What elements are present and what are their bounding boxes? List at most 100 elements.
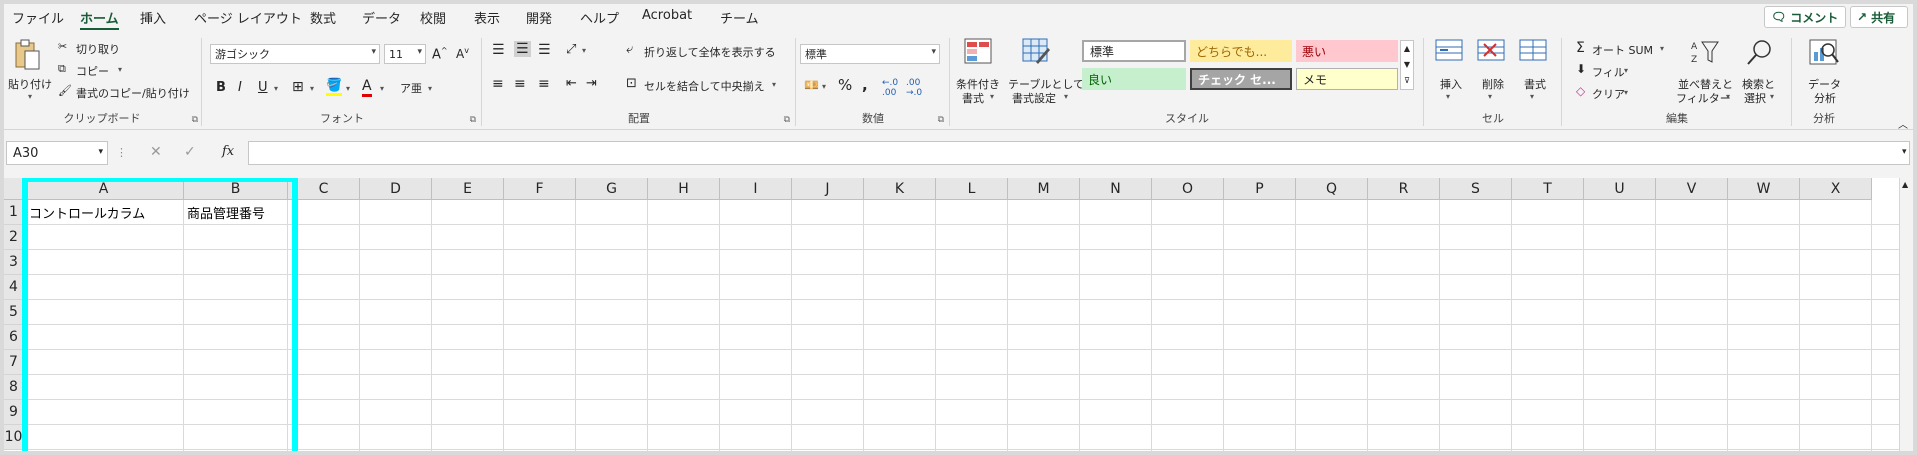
column-header-V[interactable]: V [1656, 178, 1728, 200]
column-header-C[interactable]: C [288, 178, 360, 200]
chevron-down-icon[interactable]: ▾ [1064, 92, 1068, 101]
column-header-D[interactable]: D [360, 178, 432, 200]
sort-filter-label-2[interactable]: フィルター [1676, 90, 1731, 106]
cell-A1[interactable]: コントロールカラム [26, 203, 145, 222]
chevron-down-icon[interactable]: ▾ [1770, 92, 1774, 101]
fill-button[interactable]: フィル [1592, 64, 1625, 80]
tab-acrobat[interactable]: Acrobat [642, 8, 692, 23]
column-header-G[interactable]: G [576, 178, 648, 200]
column-header-H[interactable]: H [648, 178, 720, 200]
phonetic-dropdown-icon[interactable]: ▾ [428, 84, 432, 93]
column-header-R[interactable]: R [1368, 178, 1440, 200]
cut-button[interactable]: 切り取り [76, 41, 120, 57]
paste-icon[interactable] [12, 38, 42, 72]
tab-home[interactable]: ホーム [80, 8, 119, 31]
column-header-L[interactable]: L [936, 178, 1008, 200]
underline-icon[interactable]: U [258, 80, 268, 95]
column-header-B[interactable]: B [184, 178, 288, 200]
worksheet-grid[interactable]: ABCDEFGHIJKLMNOPQRSTUVWX 1 2 3 4 5 6 7 8 9 10 コント… [4, 178, 1913, 451]
percent-icon[interactable]: % [838, 76, 852, 94]
row-header-3[interactable]: 3 [4, 250, 24, 275]
format-cells-button[interactable]: 書式 [1524, 76, 1546, 92]
clipboard-launcher-icon[interactable]: ⧉ [192, 115, 198, 125]
alignment-launcher-icon[interactable]: ⧉ [784, 115, 790, 125]
italic-icon[interactable]: I [238, 80, 242, 95]
tab-team[interactable]: チーム [720, 8, 759, 27]
column-header-M[interactable]: M [1008, 178, 1080, 200]
autosum-button[interactable]: オート SUM [1592, 42, 1653, 58]
delete-cells-button[interactable]: 削除 [1482, 76, 1504, 92]
tab-data[interactable]: データ [362, 8, 401, 27]
format-as-table-label-2[interactable]: 書式設定 [1012, 90, 1056, 106]
column-header-W[interactable]: W [1728, 178, 1800, 200]
increase-decimal-icon[interactable]: ←.0.00 [882, 78, 898, 98]
style-neutral[interactable]: どちらでも... [1190, 40, 1292, 62]
font-color-dropdown-icon[interactable]: ▾ [380, 84, 384, 93]
fill-color-icon[interactable]: 🪣 [326, 78, 343, 96]
column-header-E[interactable]: E [432, 178, 504, 200]
orientation-dropdown-icon[interactable]: ▾ [582, 46, 586, 55]
column-header-O[interactable]: O [1152, 178, 1224, 200]
decrease-font-icon[interactable]: Av [456, 46, 469, 61]
merge-center-button[interactable]: セルを結合して中央揃え [644, 78, 765, 94]
align-middle-icon[interactable]: ☰ [514, 41, 531, 57]
tab-help[interactable]: ヘルプ [580, 8, 619, 27]
align-bottom-icon[interactable]: ☰ [538, 42, 551, 58]
style-good[interactable]: 良い [1082, 68, 1186, 90]
tab-developer[interactable]: 開発 [526, 8, 552, 27]
row-header-7[interactable]: 7 [4, 350, 24, 375]
column-header-K[interactable]: K [864, 178, 936, 200]
insert-cells-icon[interactable] [1434, 38, 1464, 64]
column-header-P[interactable]: P [1224, 178, 1296, 200]
column-header-A[interactable]: A [24, 178, 184, 200]
chevron-down-icon[interactable]: ▾ [1726, 92, 1730, 101]
chevron-down-icon[interactable]: ▾ [990, 92, 994, 101]
format-painter-button[interactable]: 書式のコピー/貼り付け [76, 85, 190, 101]
row-header-8[interactable]: 8 [4, 375, 24, 400]
enter-icon[interactable]: ✓ [184, 144, 196, 160]
expand-formula-icon[interactable]: ▾ [1902, 147, 1907, 157]
tab-file[interactable]: ファイル [12, 8, 64, 27]
vertical-scrollbar[interactable]: ▲ [1899, 178, 1913, 451]
insert-cells-button[interactable]: 挿入 [1440, 76, 1462, 92]
style-check-cell[interactable]: チェック セ... [1190, 68, 1292, 90]
name-box[interactable]: A30 ▾ [6, 141, 108, 165]
cancel-icon[interactable]: ✕ [150, 144, 162, 160]
row-header-1[interactable]: 1 [4, 200, 24, 225]
copy-dropdown-icon[interactable]: ▾ [118, 65, 122, 74]
column-header-J[interactable]: J [792, 178, 864, 200]
column-header-N[interactable]: N [1080, 178, 1152, 200]
row-header-4[interactable]: 4 [4, 275, 24, 300]
format-cells-icon[interactable] [1518, 38, 1548, 64]
currency-icon[interactable]: 💴 [804, 78, 819, 92]
column-header-T[interactable]: T [1512, 178, 1584, 200]
row-header-6[interactable]: 6 [4, 325, 24, 350]
column-header-I[interactable]: I [720, 178, 792, 200]
align-top-icon[interactable]: ☰ [492, 42, 505, 58]
clear-button[interactable]: クリア [1592, 86, 1625, 102]
conditional-format-icon[interactable] [964, 38, 992, 64]
comma-icon[interactable]: , [862, 76, 868, 94]
decrease-indent-icon[interactable]: ⇤ [566, 76, 577, 91]
style-memo[interactable]: メモ [1296, 68, 1398, 90]
align-left-icon[interactable]: ≡ [492, 76, 504, 92]
column-header-F[interactable]: F [504, 178, 576, 200]
chevron-down-icon[interactable]: ▾ [1624, 88, 1628, 97]
chevron-down-icon[interactable]: ▾ [1446, 92, 1450, 101]
style-normal[interactable]: 標準 [1082, 40, 1186, 62]
chevron-down-icon[interactable]: ▾ [1624, 66, 1628, 75]
insert-function-icon[interactable]: fx [222, 144, 234, 159]
wrap-text-button[interactable]: 折り返して全体を表示する [644, 44, 776, 60]
underline-dropdown-icon[interactable]: ▾ [274, 84, 278, 93]
font-name-select[interactable]: 游ゴシック ▾ [210, 44, 380, 64]
row-header-9[interactable]: 9 [4, 400, 24, 425]
font-color-icon[interactable]: A [362, 78, 372, 97]
search-icon[interactable] [1744, 38, 1774, 66]
row-header-5[interactable]: 5 [4, 300, 24, 325]
style-bad[interactable]: 悪い [1296, 40, 1398, 62]
delete-cells-icon[interactable] [1476, 38, 1506, 64]
styles-gallery-scroll[interactable]: ▲ ▼ ⊽ [1400, 40, 1414, 90]
comment-button[interactable]: 🗨 コメント [1764, 6, 1846, 28]
number-launcher-icon[interactable]: ⧉ [938, 115, 944, 125]
fill-dropdown-icon[interactable]: ▾ [346, 84, 350, 93]
